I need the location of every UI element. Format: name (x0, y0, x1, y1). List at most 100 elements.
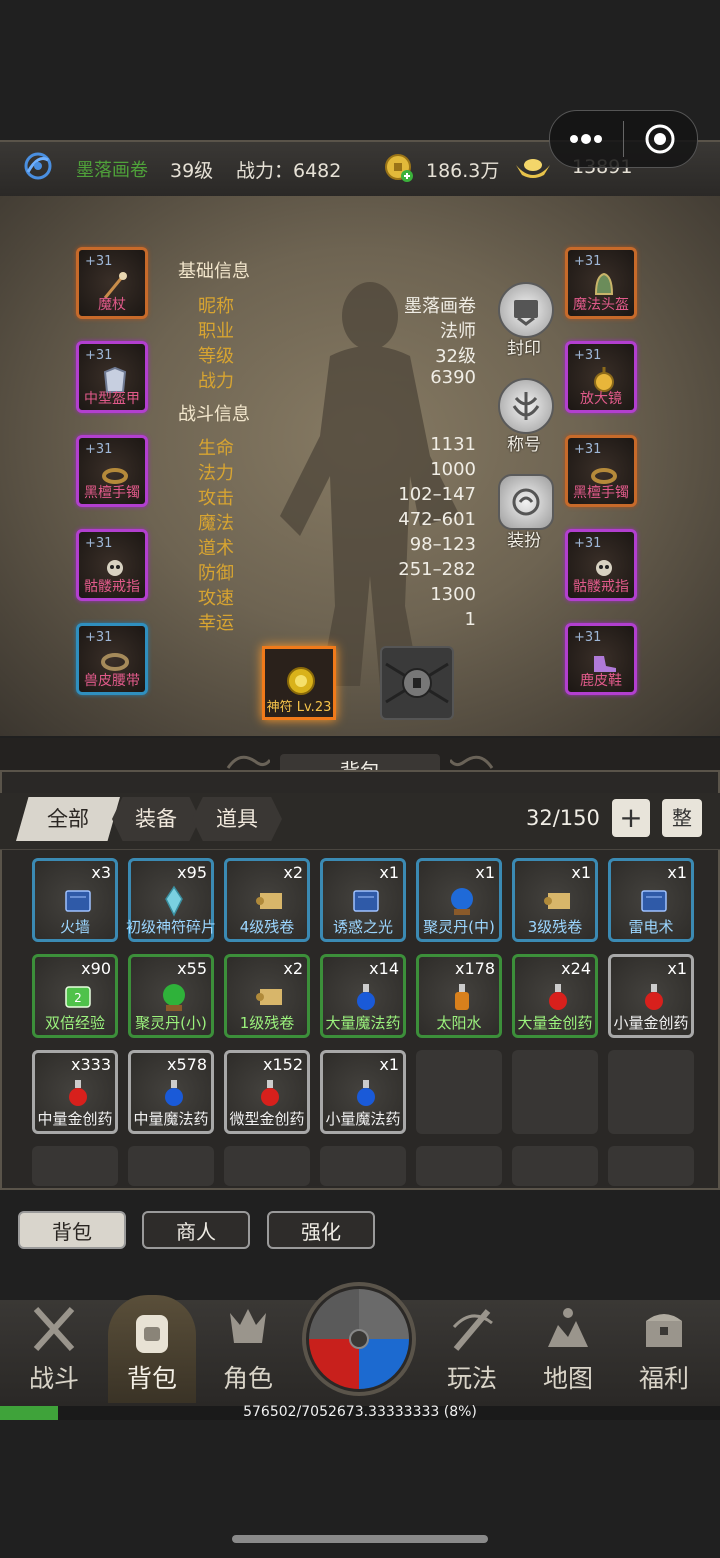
bag-capacity: 32/150 (526, 806, 600, 830)
bag-item[interactable]: x2 1级残卷 (224, 954, 310, 1038)
bag-empty-slot[interactable] (128, 1146, 214, 1186)
bag-empty-slot[interactable] (224, 1146, 310, 1186)
title-button[interactable] (498, 378, 554, 434)
bag-item[interactable]: x2 4级残卷 (224, 858, 310, 942)
title-icon (512, 392, 540, 420)
bag-empty-slot[interactable] (512, 1050, 598, 1134)
sub-tab-enhance[interactable]: 强化 (267, 1211, 375, 1249)
dragon-ornament-left-icon (226, 748, 272, 772)
bag-item[interactable]: x333 中量金创药 (32, 1050, 118, 1134)
equip-slot-left-4[interactable]: +31 骷髅戒指 (76, 529, 148, 601)
close-target-icon[interactable] (644, 123, 676, 155)
tab-all[interactable]: 全部 (16, 797, 120, 841)
orb-blue-icon (451, 888, 473, 915)
nav-gameplay[interactable]: 玩法 (428, 1295, 516, 1403)
stat-label: 攻速 (198, 588, 234, 609)
equip-slot-right-3[interactable]: +31 黑檀手镯 (565, 435, 637, 507)
item-name: 太阳水 (436, 1014, 482, 1032)
bag-item[interactable]: x95 初级神符碎片 (126, 858, 216, 942)
nav-battle[interactable]: 战斗 (10, 1295, 98, 1403)
book-icon (353, 890, 379, 912)
sort-bag-button[interactable]: 整 (662, 799, 702, 837)
equip-slot-right-1[interactable]: +31 魔法头盔 (565, 247, 637, 319)
stat-label: 法力 (198, 463, 234, 484)
item-name: 中量魔法药 (133, 1110, 209, 1128)
nav-character[interactable]: 角色 (204, 1295, 292, 1403)
sub-tab-bag[interactable]: 背包 (18, 1211, 126, 1249)
seal-label: 封印 (507, 339, 541, 359)
bag-empty-slot[interactable] (416, 1050, 502, 1134)
equip-slot-right-4[interactable]: +31 骷髅戒指 (565, 529, 637, 601)
info-label: 战力 (198, 371, 234, 392)
equip-slot-left-3[interactable]: +31 黑檀手镯 (76, 435, 148, 507)
nav-map[interactable]: 地图 (524, 1295, 612, 1403)
seal-button[interactable] (498, 282, 554, 338)
equip-slot-left-2[interactable]: +31 中型盔甲 (76, 341, 148, 413)
basic-info-title: 基础信息 (178, 261, 250, 282)
bag-item[interactable]: x14 大量魔法药 (320, 954, 406, 1038)
bag-item[interactable]: x24 大量金创药 (512, 954, 598, 1038)
expand-bag-button[interactable]: + (612, 799, 650, 837)
equip-slot-right-2[interactable]: +31 放大镜 (565, 341, 637, 413)
bag-item[interactable]: x152 微型金创药 (224, 1050, 310, 1134)
equip-slot-right-5[interactable]: +31 鹿皮鞋 (565, 623, 637, 695)
info-value: 墨落画卷 (404, 296, 476, 317)
outfit-button[interactable] (498, 474, 554, 530)
bag-item[interactable]: x178 太阳水 (416, 954, 502, 1038)
miniprogram-capsule (549, 110, 698, 168)
item-name: 聚灵丹(小) (135, 1014, 207, 1032)
potion-blue-icon (357, 984, 375, 1010)
potion-red-icon (261, 1080, 279, 1106)
dragon-ornament-right-icon (448, 748, 494, 772)
outfit-label: 装扮 (507, 531, 541, 551)
hp-mp-orb-icon (309, 1289, 409, 1389)
talisman-slot[interactable]: 神符 Lv.23 (262, 646, 336, 720)
bag-empty-slot[interactable] (608, 1050, 694, 1134)
stat-label: 防御 (198, 563, 234, 584)
player-name: 墨落画卷 (76, 160, 148, 181)
more-icon[interactable] (568, 127, 608, 151)
bag-item[interactable]: x90 2 双倍经验 (32, 954, 118, 1038)
nav-welfare[interactable]: 福利 (620, 1295, 708, 1403)
bag-empty-slot[interactable] (320, 1146, 406, 1186)
info-label: 等级 (198, 346, 234, 367)
stat-value: 472–601 (398, 509, 476, 530)
potion-blue-icon (357, 1080, 375, 1106)
bag-item[interactable]: x1 小量魔法药 (320, 1050, 406, 1134)
item-name: 双倍经验 (44, 1014, 105, 1032)
item-name: 大量魔法药 (325, 1014, 401, 1032)
bag-item[interactable]: x1 雷电术 (608, 858, 694, 942)
home-indicator (232, 1535, 488, 1543)
outfit-icon (512, 488, 540, 516)
bag-item[interactable]: x578 中量魔法药 (128, 1050, 214, 1134)
equip-slot-left-5[interactable]: +31 兽皮腰带 (76, 623, 148, 695)
hp-mp-orb (302, 1282, 416, 1396)
bag-item[interactable]: x3 火墙 (32, 858, 118, 942)
bag-item[interactable]: x1 3级残卷 (512, 858, 598, 942)
crossed-swords-icon (33, 1306, 75, 1352)
stat-value: 1000 (430, 459, 476, 480)
bag-item[interactable]: x1 小量金创药 (608, 954, 694, 1038)
treasure-chest-icon (646, 1314, 682, 1347)
bag-empty-slot[interactable] (32, 1146, 118, 1186)
bag-item[interactable]: x55 聚灵丹(小) (128, 954, 214, 1038)
seal-icon (514, 300, 538, 326)
bag-empty-slot[interactable] (416, 1146, 502, 1186)
bag-empty-slot[interactable] (608, 1146, 694, 1186)
sub-tab-merchant[interactable]: 商人 (142, 1211, 250, 1249)
item-name: 诱惑之光 (332, 918, 393, 936)
nav-bag[interactable]: 背包 (108, 1295, 196, 1403)
item-quantity: x1 (667, 959, 687, 978)
gold-coin-icon[interactable] (384, 153, 414, 183)
crown-mask-icon (230, 1309, 266, 1343)
locked-slot[interactable] (380, 646, 454, 720)
bag-item[interactable]: x1 聚灵丹(中) (416, 858, 502, 942)
bag-item[interactable]: x1 诱惑之光 (320, 858, 406, 942)
stat-label: 魔法 (198, 513, 234, 534)
bag-empty-slot[interactable] (512, 1146, 598, 1186)
item-quantity: x178 (454, 959, 495, 978)
tab-items[interactable]: 道具 (192, 797, 282, 841)
stat-label: 生命 (198, 438, 234, 459)
equip-slot-left-1[interactable]: +31 魔杖 (76, 247, 148, 319)
tab-equipment[interactable]: 装备 (112, 797, 200, 841)
